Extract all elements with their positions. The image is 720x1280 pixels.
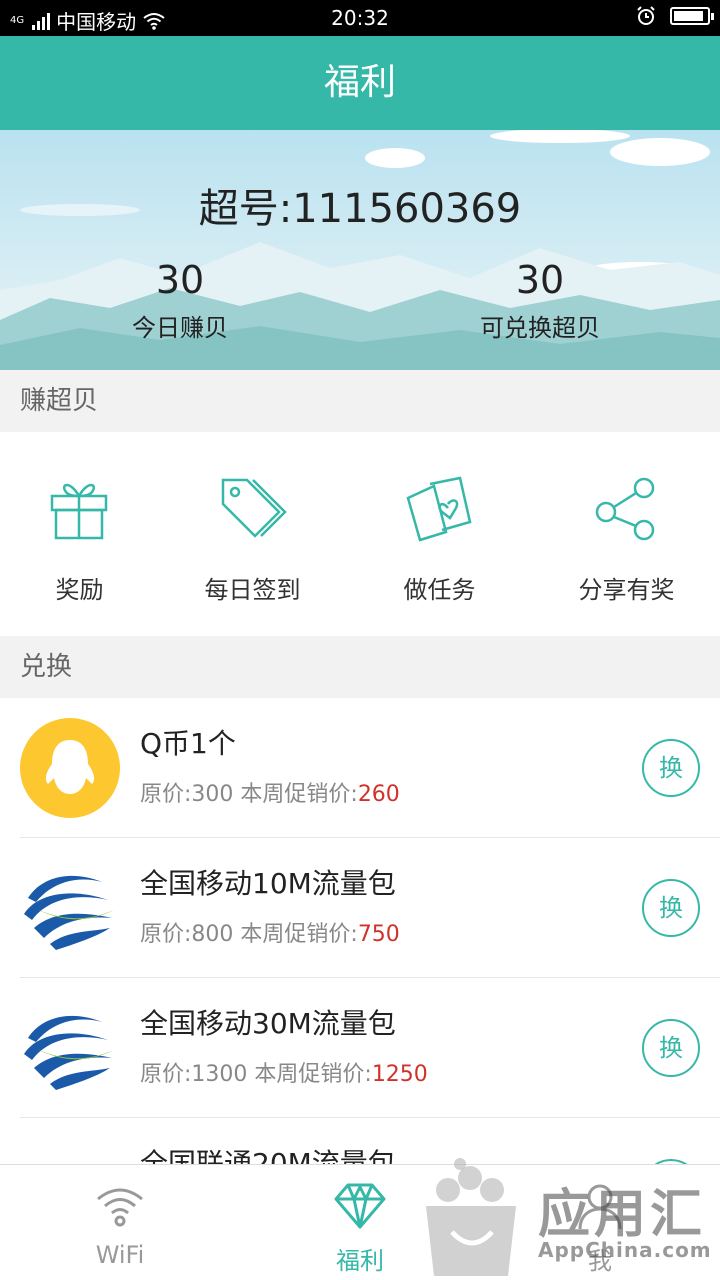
item-price: 原价:300 本周促销价:260 [140, 776, 400, 808]
nav-tab-wifi[interactable]: WiFi [0, 1165, 240, 1280]
exchange-button[interactable]: 换 [642, 739, 700, 797]
sale-price: 1250 [371, 1062, 428, 1087]
exchange-item[interactable]: Q币1个 原价:300 本周促销价:260 换 [20, 698, 720, 838]
nav-label: 福利 [336, 1247, 384, 1275]
item-name: Q币1个 [140, 727, 236, 760]
section-header-earn: 赚超贝 [0, 370, 720, 432]
nav-label: 我 [588, 1247, 612, 1275]
earn-item-label: 做任务 [403, 576, 476, 604]
exchange-button[interactable]: 换 [642, 879, 700, 937]
alarm-icon [637, 6, 655, 25]
earn-grid: 奖励 每日签到 做任务 分享有奖 [0, 432, 720, 636]
tag-icon [222, 478, 288, 538]
china-mobile-icon [22, 862, 118, 954]
earn-item-tasks[interactable]: 做任务 [346, 432, 533, 636]
stat-label: 今日赚贝 [132, 314, 228, 342]
exchange-item[interactable]: 全国联通20M流量包 换 [20, 1118, 720, 1164]
diamond-icon [334, 1183, 386, 1229]
section-header-exchange: 兑换 [0, 636, 720, 698]
wifi-icon [97, 1188, 143, 1227]
cards-icon [406, 476, 472, 542]
nav-tab-me[interactable]: 我 [480, 1165, 720, 1280]
china-unicom-icon [20, 1138, 120, 1164]
exchange-item[interactable]: 全国移动10M流量包 原价:800 本周促销价:750 换 [20, 838, 720, 978]
account-summary-banner: 超号:111560369 30 今日赚贝 30 可兑换超贝 [0, 130, 720, 370]
exchange-button[interactable]: 换 [642, 1019, 700, 1077]
item-price: 原价:800 本周促销价:750 [140, 916, 400, 948]
exchange-list: Q币1个 原价:300 本周促销价:260 换 全国移动10M流量包 原价:80… [0, 698, 720, 1164]
person-icon [578, 1184, 622, 1230]
sale-price: 260 [357, 782, 400, 807]
item-name: 全国移动30M流量包 [140, 1007, 396, 1040]
nav-label: WiFi [95, 1241, 145, 1269]
price-label: 原价:1300 本周促销价: [140, 1062, 372, 1087]
gift-icon [51, 483, 108, 540]
nav-tab-welfare[interactable]: 福利 [240, 1165, 480, 1280]
status-bar: 4G 中国移动 20:32 [0, 0, 720, 36]
bottom-nav: WiFi 福利 我 [0, 1164, 720, 1280]
earn-item-checkin[interactable]: 每日签到 [159, 432, 346, 636]
page-title: 福利 [0, 36, 720, 130]
clock: 20:32 [331, 6, 389, 30]
earn-item-reward[interactable]: 奖励 [0, 432, 159, 636]
exchange-item[interactable]: 全国移动30M流量包 原价:1300 本周促销价:1250 换 [20, 978, 720, 1118]
stat-label: 可兑换超贝 [480, 314, 600, 342]
stat-redeemable: 30 可兑换超贝 [390, 258, 690, 343]
item-name: 全国联通20M流量包 [140, 1147, 396, 1164]
earn-item-label: 分享有奖 [578, 576, 675, 604]
price-label: 原价:800 本周促销价: [140, 922, 358, 947]
price-label: 原价:300 本周促销价: [140, 782, 358, 807]
share-icon [595, 477, 654, 541]
stat-value: 30 [515, 258, 565, 302]
earn-item-share[interactable]: 分享有奖 [533, 432, 720, 636]
stat-value: 30 [155, 258, 205, 302]
stat-today-earned: 30 今日赚贝 [30, 258, 330, 343]
item-name: 全国移动10M流量包 [140, 867, 396, 900]
battery-icon [670, 7, 714, 25]
china-mobile-icon [22, 1002, 118, 1094]
earn-item-label: 奖励 [55, 576, 104, 604]
earn-item-label: 每日签到 [204, 576, 301, 604]
sale-price: 750 [357, 922, 400, 947]
qq-penguin-icon [20, 718, 120, 818]
item-price: 原价:1300 本周促销价:1250 [140, 1056, 428, 1088]
account-id: 超号:111560369 [198, 186, 522, 232]
